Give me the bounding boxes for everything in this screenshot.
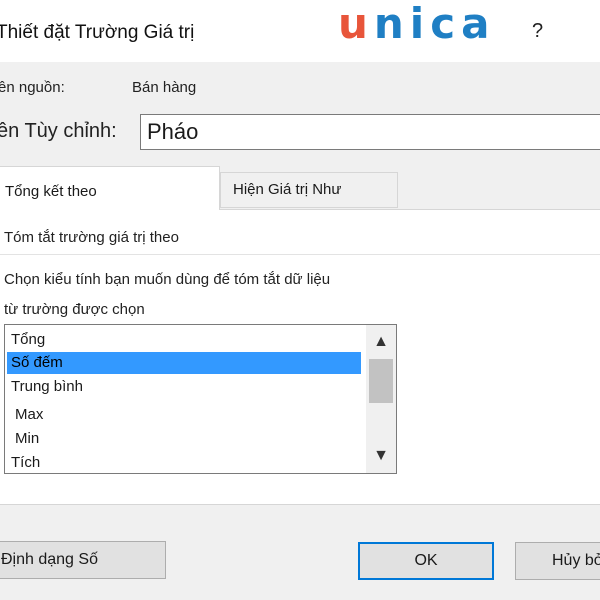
list-scrollbar[interactable]: ▲ ▼ xyxy=(366,325,396,473)
source-name-value: Bán hàng xyxy=(132,79,197,96)
list-item-sum[interactable]: Tổng xyxy=(7,329,361,351)
number-format-button[interactable]: Định dạng Số xyxy=(0,541,166,579)
tab-summarize-by[interactable]: Tổng kết theo xyxy=(0,166,220,210)
scrollbar-thumb[interactable] xyxy=(369,359,393,403)
summarize-description-line2: từ trường được chọn xyxy=(4,301,145,318)
tab-show-values-as-label: Hiện Giá trị Như xyxy=(233,181,342,198)
title-bar: Thiết đặt Trường Giá trị unica ? xyxy=(0,0,600,62)
tab-show-values-as[interactable]: Hiện Giá trị Như xyxy=(220,172,398,208)
custom-name-label: ên Tùy chỉnh: xyxy=(0,120,117,142)
summarize-description-line1: Chọn kiểu tính bạn muốn dùng để tóm tắt … xyxy=(4,271,331,288)
chevron-down-icon[interactable]: ▼ xyxy=(366,443,396,469)
tab-summarize-by-label: Tổng kết theo xyxy=(5,183,97,200)
list-item-min[interactable]: Min xyxy=(7,428,361,450)
custom-name-input[interactable]: Pháo xyxy=(140,114,600,150)
section-divider xyxy=(0,254,600,255)
help-button[interactable]: ? xyxy=(532,20,543,43)
source-name-label: ên nguồn: xyxy=(0,79,65,96)
summary-function-list[interactable]: Tổng Số đếm Trung bình Max Min Tích ▲ ▼ xyxy=(4,324,397,474)
ok-button[interactable]: OK xyxy=(358,542,494,580)
list-item-average[interactable]: Trung bình xyxy=(7,376,361,398)
dialog-title: Thiết đặt Trường Giá trị xyxy=(0,22,195,43)
summarize-heading: Tóm tắt trường giá trị theo xyxy=(4,229,179,246)
list-item-count[interactable]: Số đếm xyxy=(7,352,361,374)
list-item-product[interactable]: Tích xyxy=(7,452,361,473)
cancel-button[interactable]: Hủy bỏ xyxy=(515,542,600,580)
list-item-max[interactable]: Max xyxy=(7,404,361,426)
chevron-up-icon[interactable]: ▲ xyxy=(366,329,396,355)
unica-logo: unica xyxy=(338,0,496,48)
